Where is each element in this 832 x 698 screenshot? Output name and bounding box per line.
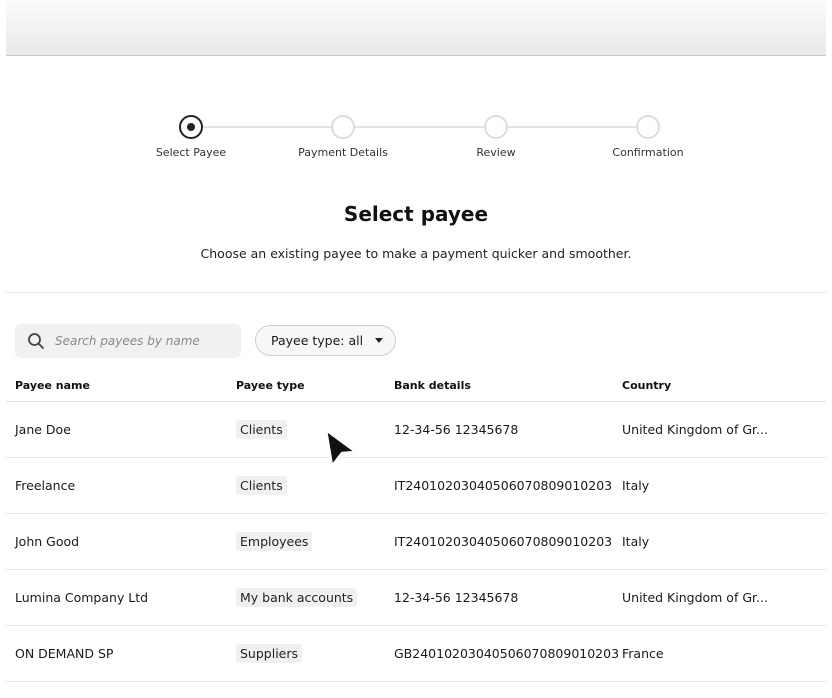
step-label: Review — [476, 146, 516, 159]
column-header-bank-details[interactable]: Bank details — [394, 370, 471, 402]
step-select-payee: Select Payee — [121, 112, 261, 159]
country: Italy — [622, 534, 650, 549]
payee-type-badge: My bank accounts — [236, 588, 358, 607]
step-indicator — [636, 115, 660, 139]
payee-name: Freelance — [15, 478, 76, 493]
payee-type-cell: My bank accounts — [236, 570, 358, 626]
caret-down-icon — [375, 338, 384, 343]
payee-type-cell: Suppliers — [236, 626, 303, 682]
table-row[interactable]: Jane Doe Clients 12-34-56 12345678 Unite… — [6, 402, 826, 458]
step-label: Confirmation — [612, 146, 684, 159]
step-review: Review — [426, 112, 566, 159]
section-divider — [6, 292, 826, 293]
step-active-indicator — [179, 115, 203, 139]
search-box[interactable] — [15, 324, 241, 358]
country: France — [622, 646, 664, 661]
bank-details: IT24010203040506070809010203 — [394, 478, 613, 493]
column-header-country[interactable]: Country — [622, 370, 671, 402]
payee-type-filter-button[interactable]: Payee type: all — [255, 325, 396, 356]
country: United Kingdom of Gr... — [622, 422, 768, 437]
mouse-cursor-icon — [324, 428, 358, 468]
table-header: Payee name Payee type Bank details Count… — [6, 370, 826, 402]
step-indicator — [331, 115, 355, 139]
table-row[interactable]: John Good Employees IT240102030405060708… — [6, 514, 826, 570]
filter-label: Payee type: all — [271, 333, 364, 348]
page-title: Select payee — [343, 202, 489, 226]
payee-table: Payee name Payee type Bank details Count… — [6, 370, 826, 682]
bank-details: 12-34-56 12345678 — [394, 422, 519, 437]
table-row[interactable]: ON DEMAND SP Suppliers GB240102030405060… — [6, 626, 826, 682]
step-confirmation: Confirmation — [578, 112, 718, 159]
column-header-payee-name[interactable]: Payee name — [15, 370, 90, 402]
payee-type-badge: Clients — [236, 420, 287, 439]
column-header-payee-type[interactable]: Payee type — [236, 370, 305, 402]
payee-name: Jane Doe — [15, 422, 71, 437]
search-input[interactable] — [55, 334, 225, 348]
table-row[interactable]: Lumina Company Ltd My bank accounts 12-3… — [6, 570, 826, 626]
payee-type-cell: Employees — [236, 514, 313, 570]
table-row[interactable]: Freelance Clients IT24010203040506070809… — [6, 458, 826, 514]
payee-type-badge: Employees — [236, 532, 313, 551]
progress-stepper: Select Payee Payment Details Review Conf… — [0, 112, 832, 172]
payee-type-badge: Clients — [236, 476, 287, 495]
payee-name: John Good — [15, 534, 80, 549]
payee-name: Lumina Company Ltd — [15, 590, 149, 605]
bank-details: 12-34-56 12345678 — [394, 590, 519, 605]
search-icon — [28, 333, 44, 349]
step-payment-details: Payment Details — [273, 112, 413, 159]
payee-type-badge: Suppliers — [236, 644, 303, 663]
page-subtitle: Choose an existing payee to make a payme… — [200, 246, 632, 261]
payee-type-cell: Clients — [236, 458, 287, 514]
payee-type-cell: Clients — [236, 402, 287, 458]
step-indicator — [484, 115, 508, 139]
browser-top-bar — [6, 0, 826, 56]
country: Italy — [622, 478, 650, 493]
step-label: Select Payee — [155, 146, 227, 159]
bank-details: GB24010203040506070809010203 — [394, 646, 620, 661]
step-label: Payment Details — [298, 146, 388, 159]
country: United Kingdom of Gr... — [622, 590, 768, 605]
payee-name: ON DEMAND SP — [15, 646, 114, 661]
bank-details: IT24010203040506070809010203 — [394, 534, 613, 549]
